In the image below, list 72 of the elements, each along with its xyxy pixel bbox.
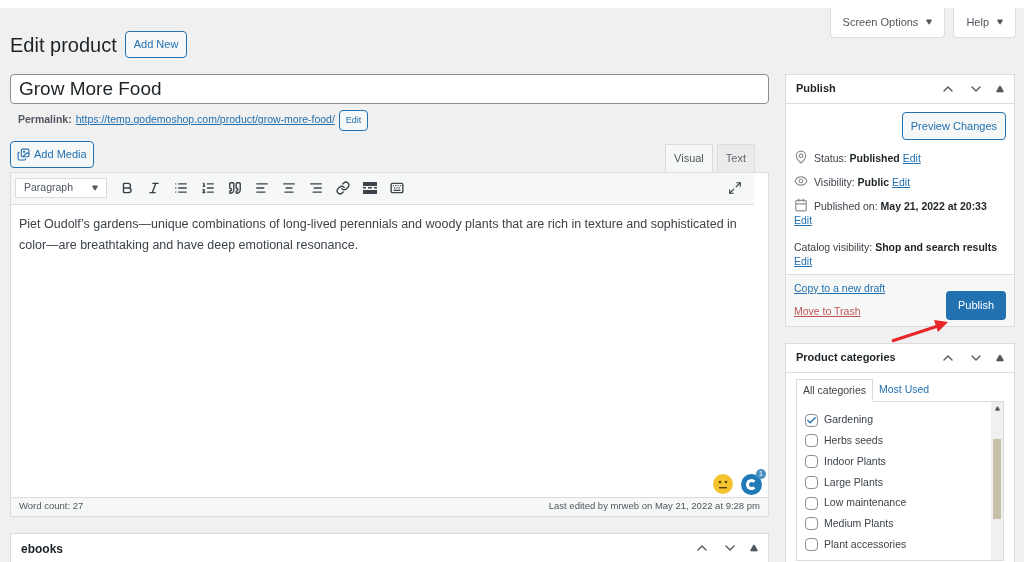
align-center-icon[interactable] [282, 181, 296, 195]
category-checkbox[interactable] [805, 538, 818, 552]
screen-tab-button[interactable]: Screen Options [829, 8, 946, 38]
word-count: Word count: 27 [19, 499, 84, 514]
read-more-icon[interactable] [363, 182, 377, 194]
edit-link[interactable]: Edit [902, 152, 921, 164]
copy-draft-link[interactable]: Copy to a new draft [794, 281, 886, 297]
edit-link[interactable]: Edit [794, 255, 813, 267]
calendar-icon [794, 198, 808, 212]
permalink-edit-button[interactable]: Edit [338, 109, 369, 131]
keyboard-icon[interactable] [390, 181, 404, 195]
category-tab[interactable]: All categories [796, 378, 874, 403]
pin-icon [794, 150, 808, 164]
category-checkbox[interactable] [805, 455, 818, 469]
category-label: Indoor Plants [824, 453, 886, 469]
caret-icon [926, 19, 933, 26]
meta-text: Status: Published [814, 152, 900, 164]
screen-tab-button[interactable]: Help [953, 8, 1016, 38]
editor-tab[interactable]: Visual [665, 144, 713, 172]
panel-title: ebooks [21, 540, 63, 558]
category-label: Herbs seeds [824, 433, 883, 448]
scrollbar[interactable] [991, 402, 1003, 561]
scroll-up-icon[interactable] [994, 406, 1000, 412]
category-checkbox[interactable] [805, 413, 818, 427]
category-label: Large Plants [824, 474, 883, 490]
publish-button[interactable]: Publish [945, 291, 1006, 320]
collapse-icon[interactable] [996, 84, 1004, 93]
category-checkbox[interactable] [805, 517, 818, 531]
format-select[interactable]: Paragraph [15, 178, 107, 198]
numbered-list-icon[interactable] [201, 181, 215, 195]
italic-icon[interactable] [147, 181, 161, 195]
permalink-link[interactable]: https://temp.godemoshop.com/product/grow-more-food/ [75, 112, 335, 129]
add-media-button[interactable]: Add Media [10, 141, 94, 168]
category-checkbox[interactable] [805, 434, 818, 448]
meta-text: Visibility: Public [814, 176, 890, 188]
link-icon[interactable] [336, 181, 350, 195]
category-tab[interactable]: Most Used [873, 378, 936, 402]
category-checkbox[interactable] [805, 496, 818, 510]
align-right-icon[interactable] [309, 181, 323, 195]
trash-link[interactable]: Move to Trash [794, 303, 886, 320]
category-label: Medium Plants [824, 516, 894, 531]
collapse-icon[interactable] [996, 353, 1004, 362]
preview-changes-button[interactable]: Preview Changes [901, 111, 1006, 140]
eye-icon [794, 174, 808, 188]
category-label: Gardening [824, 412, 874, 428]
fullscreen-icon[interactable] [728, 181, 742, 195]
category-label: Low maintenance [824, 495, 907, 511]
category-checkbox[interactable] [805, 475, 818, 489]
media-icon [17, 147, 30, 161]
edit-link[interactable]: Edit [794, 214, 813, 226]
caret-icon [997, 19, 1003, 26]
add-new-button[interactable]: Add New [124, 31, 188, 58]
bulleted-list-icon[interactable] [174, 181, 188, 195]
meta-text: Published on: May 21, 2022 at 20:33 [814, 200, 987, 212]
panel-title: Publish [796, 81, 836, 97]
editor-content[interactable]: Piet Oudolf’s gardens—unique combinations of long-lived perennials and woody plants that are rich in texture and sophisticated in color—are breathtaking and have deep emotional resonance. [19, 213, 760, 256]
annotation-arrow [890, 320, 950, 344]
page-title: Edit product [10, 32, 117, 58]
editor-tab[interactable]: Text [716, 144, 755, 172]
meta-text: Catalog visibility: Shop and search results [794, 241, 998, 253]
title-field[interactable]: Grow More Food [10, 73, 769, 104]
panel-title: Product categories [796, 350, 896, 366]
edit-link[interactable]: Edit [892, 176, 911, 188]
category-label: Plant accessories [824, 536, 907, 552]
last-edited-text: Last edited by mrweb on May 21, 2022 at 9:28 pm [548, 499, 760, 514]
caret-icon [92, 185, 98, 191]
align-left-icon[interactable] [255, 181, 269, 195]
permalink-label: Permalink: [18, 112, 72, 128]
quote-icon[interactable] [228, 181, 242, 195]
bold-icon[interactable] [120, 181, 134, 195]
collapse-icon[interactable] [750, 543, 758, 552]
neutral-face-icon [713, 474, 733, 494]
